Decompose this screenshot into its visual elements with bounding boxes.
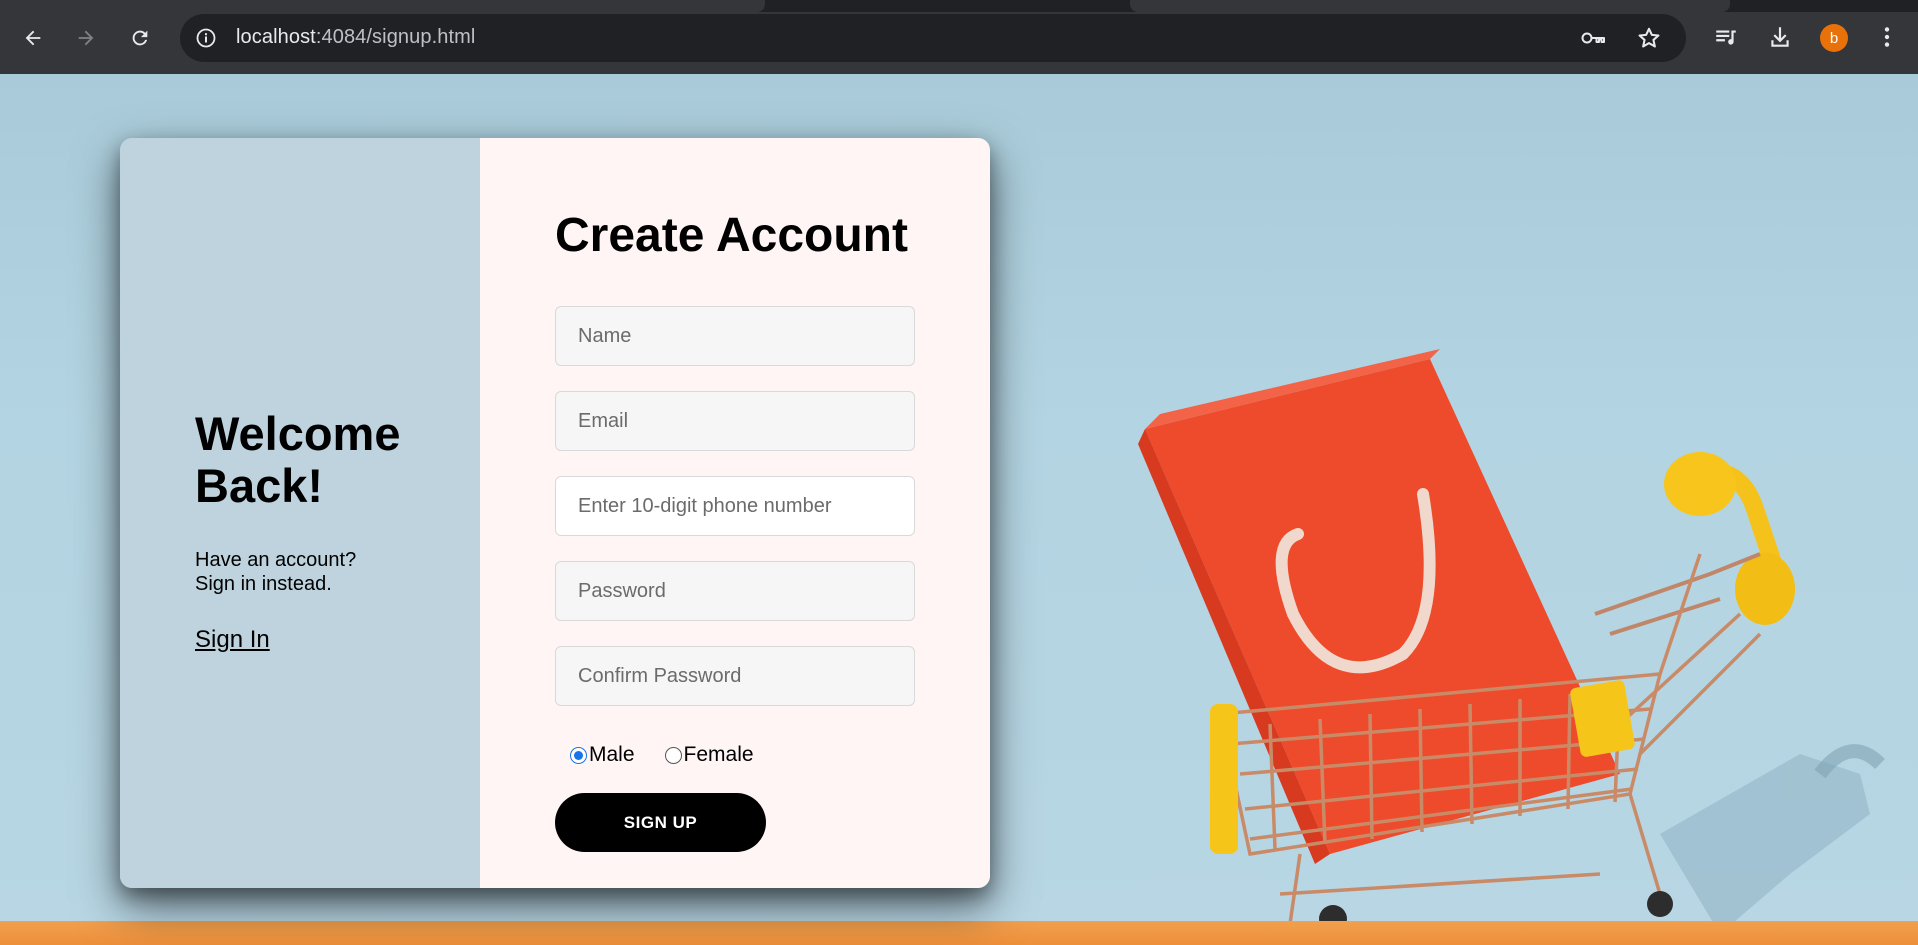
sign-in-link[interactable]: Sign In (195, 626, 270, 654)
orange-floor (0, 921, 1918, 945)
profile-avatar[interactable]: b (1820, 24, 1848, 52)
back-button[interactable] (13, 18, 53, 58)
address-bar[interactable]: localhost:4084/signup.html (180, 14, 1686, 62)
reload-button[interactable] (120, 18, 160, 58)
media-controls-button[interactable] (1709, 20, 1743, 54)
radio-button-female[interactable] (664, 746, 682, 764)
welcome-subtitle: Have an account? Sign in instead. (195, 548, 435, 596)
url-path: :4084/signup.html (315, 26, 476, 48)
welcome-panel: Welcome Back! Have an account? Sign in i… (120, 138, 480, 888)
phone-input[interactable] (555, 476, 915, 536)
url-text[interactable]: localhost:4084/signup.html (236, 26, 475, 49)
browser-menu-button[interactable] (1870, 20, 1904, 54)
page-viewport: Welcome Back! Have an account? Sign in i… (0, 74, 1918, 945)
tab-strip (0, 0, 1918, 12)
forward-arrow-icon (78, 30, 94, 46)
password-key-icon[interactable] (1580, 26, 1606, 50)
signup-card: Welcome Back! Have an account? Sign in i… (120, 138, 990, 888)
password-input[interactable] (555, 561, 915, 621)
active-tab[interactable] (0, 0, 765, 12)
site-info-icon[interactable] (194, 26, 218, 50)
gender-label-male: Male (589, 743, 635, 766)
signup-form: Create Account Male Female SIGN UP (480, 138, 990, 888)
welcome-heading: Welcome Back! (195, 407, 401, 512)
browser-toolbar: localhost:4084/signup.html b (0, 0, 1918, 74)
inactive-tab[interactable] (1130, 0, 1730, 12)
sign-up-button[interactable]: SIGN UP (555, 793, 766, 852)
gender-option-female[interactable]: Female (664, 743, 754, 767)
email-input[interactable] (555, 391, 915, 451)
bookmark-star-icon[interactable] (1636, 25, 1662, 51)
reload-icon (132, 30, 148, 46)
form-title: Create Account (555, 209, 908, 262)
back-arrow-icon (25, 30, 41, 46)
downloads-button[interactable] (1763, 20, 1797, 54)
gender-option-male[interactable]: Male (570, 743, 635, 767)
welcome-subtitle-line2: Sign in instead. (195, 573, 332, 595)
welcome-subtitle-line1: Have an account? (195, 549, 357, 571)
download-icon (1771, 27, 1789, 47)
media-queue-icon (1716, 30, 1736, 45)
confirm-password-input[interactable] (555, 646, 915, 706)
forward-button[interactable] (66, 18, 106, 58)
gender-radio-group: Male Female (570, 743, 784, 767)
shopping-cart-image (1138, 349, 1885, 934)
kebab-menu-icon (1884, 27, 1890, 47)
url-host: localhost (236, 26, 316, 48)
gender-label-female: Female (683, 743, 754, 766)
name-input[interactable] (555, 306, 915, 366)
radio-button-male[interactable] (570, 746, 587, 764)
